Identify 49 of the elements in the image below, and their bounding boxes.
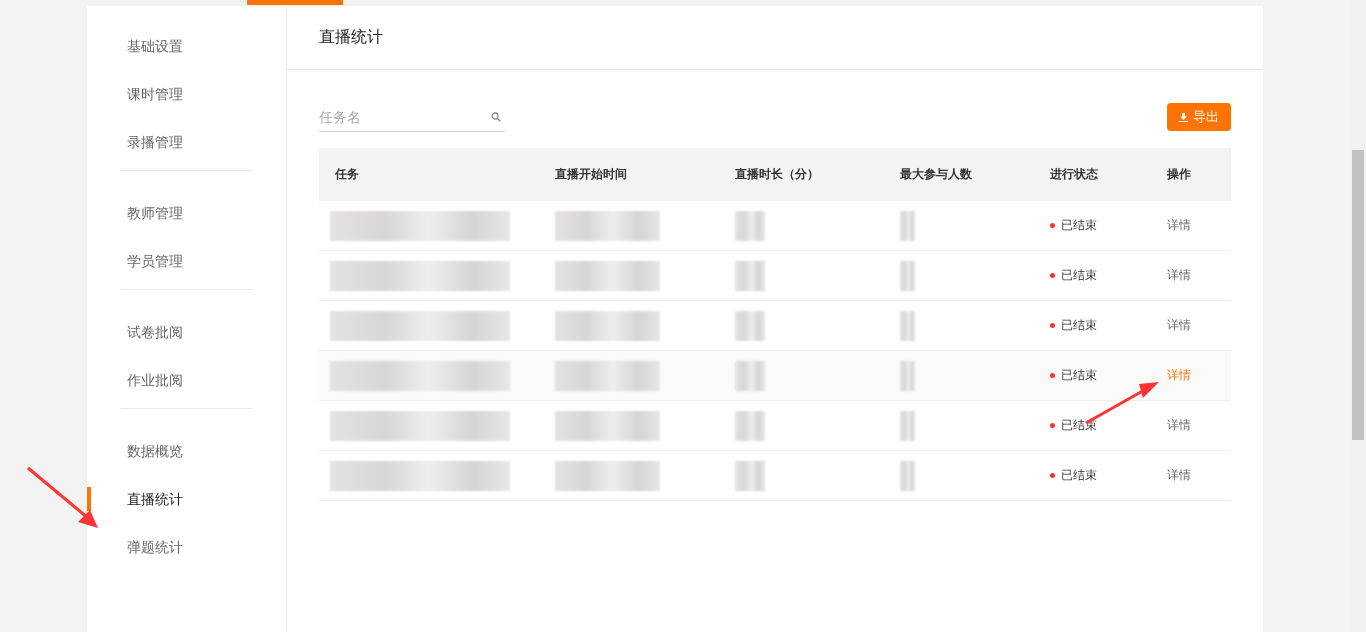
redacted-block xyxy=(900,460,915,491)
redacted-block xyxy=(900,360,915,391)
details-link[interactable]: 详情 xyxy=(1167,318,1191,332)
search-icon xyxy=(491,112,501,122)
status-text: 已结束 xyxy=(1061,267,1097,284)
column-header: 最大参与人数 xyxy=(900,148,1050,201)
status-dot-icon xyxy=(1050,473,1055,478)
sidebar-item[interactable]: 学员管理 xyxy=(121,237,252,285)
page-title: 直播统计 xyxy=(319,27,383,48)
details-link[interactable]: 详情 xyxy=(1167,218,1191,232)
sidebar-item[interactable]: 数据概览 xyxy=(121,427,252,475)
details-link[interactable]: 详情 xyxy=(1167,418,1191,432)
details-link[interactable]: 详情 xyxy=(1167,268,1191,282)
status-dot-icon xyxy=(1050,323,1055,328)
details-link[interactable]: 详情 xyxy=(1167,468,1191,482)
sidebar-item[interactable]: 基础设置 xyxy=(121,22,252,70)
sidebar-item[interactable]: 教师管理 xyxy=(121,189,252,237)
status-dot-icon xyxy=(1050,223,1055,228)
redacted-block xyxy=(900,210,915,241)
active-indicator xyxy=(87,487,91,511)
status-text: 已结束 xyxy=(1061,217,1097,234)
redacted-block xyxy=(735,210,765,241)
column-header: 操作 xyxy=(1167,148,1231,201)
redacted-block xyxy=(900,260,915,291)
status-dot-icon xyxy=(1050,373,1055,378)
status-dot-icon xyxy=(1050,273,1055,278)
sidebar-item[interactable]: 课时管理 xyxy=(121,70,252,118)
sidebar-item[interactable]: 试卷批阅 xyxy=(121,308,252,356)
column-header: 进行状态 xyxy=(1050,148,1167,201)
redacted-block xyxy=(735,310,765,341)
sidebar-item[interactable]: 直播统计 xyxy=(121,475,252,523)
redacted-block xyxy=(735,260,765,291)
status-text: 已结束 xyxy=(1061,467,1097,484)
sidebar-item[interactable]: 录播管理 xyxy=(121,118,252,166)
annotation-arrow xyxy=(27,466,98,528)
column-header: 直播开始时间 xyxy=(555,148,735,201)
status-text: 已结束 xyxy=(1061,367,1097,384)
download-icon xyxy=(1179,112,1188,122)
redacted-block xyxy=(735,460,765,491)
redacted-block xyxy=(900,310,915,341)
redacted-block xyxy=(735,410,765,441)
redacted-block xyxy=(735,360,765,391)
status-dot-icon xyxy=(1050,423,1055,428)
column-header: 任务 xyxy=(319,148,555,201)
redacted-block xyxy=(900,410,915,441)
status-text: 已结束 xyxy=(1061,317,1097,334)
column-header: 直播时长（分） xyxy=(735,148,900,201)
sidebar-item[interactable]: 弹题统计 xyxy=(121,523,252,571)
sidebar-item[interactable]: 作业批阅 xyxy=(121,356,252,404)
